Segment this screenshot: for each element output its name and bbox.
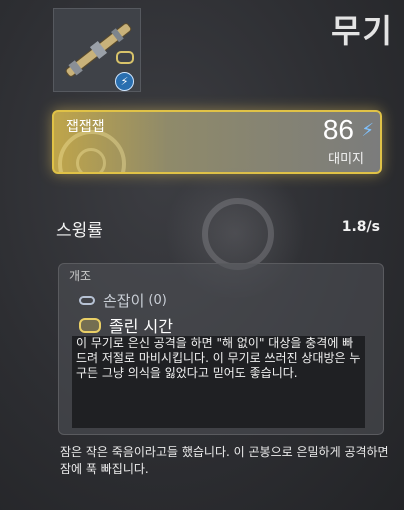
mod-description-box: 이 무기로 은신 공격을 하면 "해 없이" 대상을 충격에 빠드려 저절로 마… [72, 336, 365, 428]
swing-rate-value: 1.8/s [341, 219, 380, 235]
weapon-tooltip: ⚡ 무기 잽잽잽 86 ⚡ 대미지 스윙률 1.8/s 개조 손잡이 (0) 졸… [0, 0, 404, 510]
flavor-text: 잠은 작은 죽음이라고들 했습니다. 이 곤봉으로 은밀하게 공격하면 잠에 푹… [60, 445, 389, 476]
mod-name: 손잡이 [103, 291, 145, 310]
damage-watermark-icon [58, 130, 126, 172]
mod-slot-filled-icon [79, 317, 101, 333]
electric-bolt-icon: ⚡ [115, 72, 134, 91]
mod-description: 이 무기로 은신 공격을 하면 "해 없이" 대상을 충격에 빠드려 저절로 마… [76, 336, 361, 380]
weapon-thumbnail[interactable]: ⚡ [53, 8, 141, 92]
mod-count: (0) [148, 292, 167, 308]
mod-slot-icon [116, 51, 134, 64]
mod-slot-empty-icon [79, 295, 95, 305]
damage-name: 잽잽잽 [66, 119, 105, 135]
damage-label: 대미지 [328, 152, 364, 167]
mod-name: 졸린 시간 [109, 317, 173, 336]
page-title: 무기 [331, 12, 394, 50]
mods-header: 개조 [69, 269, 92, 283]
damage-card: 잽잽잽 86 ⚡ 대미지 [52, 110, 382, 174]
mod-item-sleepy-time[interactable]: 졸린 시간 [79, 315, 173, 336]
mod-item-grip[interactable]: 손잡이 (0) [79, 290, 167, 310]
damage-value: 86 [322, 114, 354, 145]
mods-panel: 개조 손잡이 (0) 졸린 시간 이 무기로 은신 공격을 하면 "해 없이" … [58, 263, 384, 435]
electric-bolt-icon: ⚡ [361, 120, 374, 141]
swing-rate-label: 스윙률 [56, 221, 103, 241]
